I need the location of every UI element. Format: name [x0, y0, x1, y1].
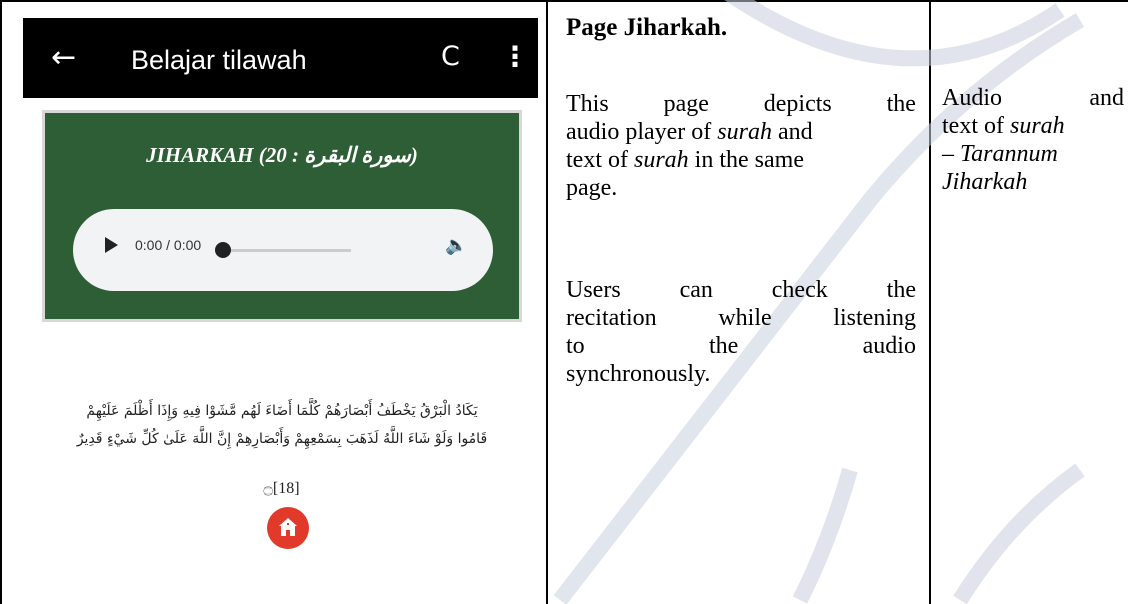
- app-screenshot: ← Belajar tilawah C ⋮ JIHARKAH (20 : سور…: [10, 10, 538, 604]
- word: can: [679, 277, 713, 303]
- verse-number: ۝[18]: [263, 480, 300, 497]
- volume-icon[interactable]: 🔈: [445, 235, 467, 256]
- word: recitation: [566, 305, 657, 331]
- word: the: [886, 91, 916, 117]
- italic-term: surah: [633, 147, 689, 173]
- italic-term: surah: [1009, 113, 1065, 139]
- description-cell: Page Jiharkah. This page depicts the aud…: [566, 14, 916, 387]
- word: the: [886, 277, 916, 303]
- refresh-icon[interactable]: C: [441, 37, 460, 77]
- word: to: [566, 333, 585, 359]
- column-divider-left: [0, 0, 2, 604]
- text-span: text of: [942, 113, 1010, 139]
- text-span: in the same: [688, 147, 804, 173]
- word: check: [771, 277, 828, 303]
- home-button[interactable]: [267, 507, 309, 549]
- word: depicts: [763, 91, 832, 117]
- audio-time: 0:00 / 0:00: [135, 237, 202, 253]
- text-span: audio player of: [566, 119, 718, 145]
- column-divider-1: [546, 0, 548, 604]
- column-divider-2: [929, 0, 931, 604]
- text-span: and: [771, 119, 813, 145]
- player-card: JIHARKAH (20 : سورة البقرة) 0:00 / 0:00 …: [42, 110, 522, 322]
- text-line: This page depicts the: [566, 90, 916, 118]
- text-span: text of: [566, 147, 634, 173]
- more-vertical-icon[interactable]: ⋮: [501, 37, 529, 77]
- word: the: [709, 333, 739, 359]
- italic-term: surah: [717, 119, 772, 145]
- text-line: Jiharkah: [942, 169, 1028, 195]
- word: Audio: [942, 85, 1002, 111]
- text-line: recitation while listening: [566, 304, 916, 332]
- table-top-border: [0, 0, 1128, 2]
- play-icon[interactable]: [105, 237, 118, 253]
- arrow-left-icon[interactable]: ←: [51, 38, 76, 78]
- text-line: audio player of surah and: [566, 118, 916, 146]
- description-paragraph-1: This page depicts the audio player of su…: [566, 90, 916, 202]
- word: and: [1089, 85, 1124, 111]
- audio-progress-knob[interactable]: [215, 242, 231, 258]
- description-paragraph-2: Users can check the recitation while lis…: [566, 276, 916, 388]
- description-heading: Page Jiharkah.: [566, 14, 728, 41]
- verse-line-1: يَكَادُ الْبَرْقُ يَخْطَفُ أَبْصَارَهُمْ…: [86, 403, 478, 419]
- word: Users: [566, 277, 621, 303]
- app-toolbar: ← Belajar tilawah C ⋮: [23, 18, 538, 98]
- word: page: [663, 91, 709, 117]
- word: listening: [833, 305, 916, 331]
- text-line: page.: [566, 175, 618, 201]
- text-line: synchronously.: [566, 361, 711, 387]
- text-line: – Tarannum: [942, 141, 1058, 167]
- text-line: text of surah in the same: [566, 146, 916, 174]
- surah-heading: JIHARKAH (20 : سورة البقرة): [146, 143, 418, 167]
- remark-cell: Audio and text of surah – Tarannum Jihar…: [942, 84, 1124, 196]
- home-icon: [279, 518, 297, 536]
- text-line: to the audio: [566, 332, 916, 360]
- verse-line-2: قَامُوا وَلَوْ شَاءَ اللَّهُ لَذَهَبَ بِ…: [76, 431, 488, 447]
- text-line: Audio and: [942, 84, 1124, 112]
- audio-progress-track[interactable]: [223, 249, 351, 252]
- app-title: Belajar tilawah: [131, 45, 307, 75]
- text-line: text of surah: [942, 112, 1124, 140]
- text-line: Users can check the: [566, 276, 916, 304]
- audio-player[interactable]: 0:00 / 0:00 🔈: [73, 209, 493, 291]
- word: This: [566, 91, 609, 117]
- word: audio: [862, 333, 916, 359]
- word: while: [718, 305, 772, 331]
- verse-text: يَكَادُ الْبَرْقُ يَخْطَفُ أَبْصَارَهُمْ…: [32, 397, 532, 453]
